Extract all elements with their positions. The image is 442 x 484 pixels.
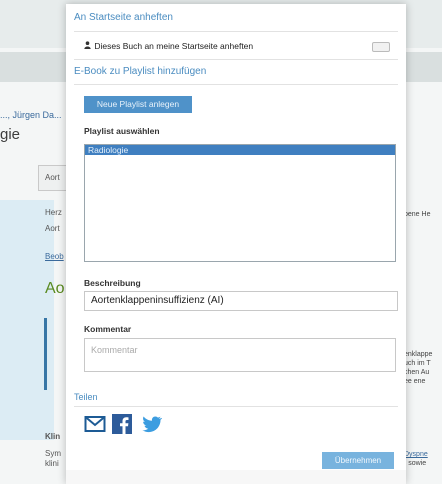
- background-text: ) sowie: [404, 460, 427, 467]
- divider: [74, 31, 398, 32]
- new-playlist-button[interactable]: Neue Playlist anlegen: [84, 96, 192, 113]
- pin-label: Dieses Buch an meine Startseite anheften: [94, 41, 254, 51]
- share-label: Teilen: [74, 392, 98, 402]
- pin-section-title: An Startseite anheften: [74, 12, 173, 23]
- background-title: Ao: [45, 280, 65, 297]
- comment-field[interactable]: Kommentar: [84, 338, 396, 372]
- background-heading: gie: [0, 126, 21, 143]
- background-text: ee ene: [404, 378, 426, 385]
- description-field[interactable]: Aortenklappeninsuffizienz (AI): [84, 291, 398, 311]
- divider: [74, 84, 398, 85]
- playlist-modal: An Startseite anheften Dieses Buch an me…: [66, 4, 406, 484]
- background-text: chen Au: [404, 369, 430, 376]
- share-icons: [84, 414, 163, 434]
- background-text: Klin: [45, 432, 61, 441]
- email-icon[interactable]: [84, 414, 106, 434]
- background-text: uch im T: [404, 360, 431, 367]
- divider: [74, 59, 398, 60]
- apply-button[interactable]: Übernehmen: [322, 452, 394, 469]
- facebook-icon[interactable]: [112, 414, 134, 434]
- comment-label: Kommentar: [84, 324, 132, 334]
- background-link: Dyspne: [404, 451, 428, 458]
- twitter-icon[interactable]: [140, 414, 163, 434]
- playlist-select-label: Playlist auswählen: [84, 126, 160, 136]
- background-rule: [44, 318, 47, 390]
- modal-footer: [66, 470, 406, 484]
- background-text: enklappe: [404, 351, 433, 358]
- background-text: klini: [45, 459, 59, 468]
- playlist-select[interactable]: Radiologie: [84, 144, 396, 262]
- pin-to-start-row: Dieses Buch an meine Startseite anheften: [84, 41, 253, 51]
- background-breadcrumb: ..., Jürgen Da...: [0, 110, 62, 120]
- pin-toggle[interactable]: [372, 42, 390, 52]
- background-link: Beob: [45, 252, 64, 261]
- playlist-section-title: E-Book zu Playlist hinzufügen: [74, 66, 207, 77]
- user-icon: [84, 41, 92, 51]
- divider: [74, 406, 398, 407]
- playlist-option[interactable]: Radiologie: [85, 145, 395, 155]
- background-text: Herz: [45, 208, 62, 217]
- background-text: Aort: [45, 224, 60, 233]
- background-text: bene He: [404, 211, 431, 218]
- background-text: Sym: [45, 449, 61, 458]
- description-label: Beschreibung: [84, 278, 141, 288]
